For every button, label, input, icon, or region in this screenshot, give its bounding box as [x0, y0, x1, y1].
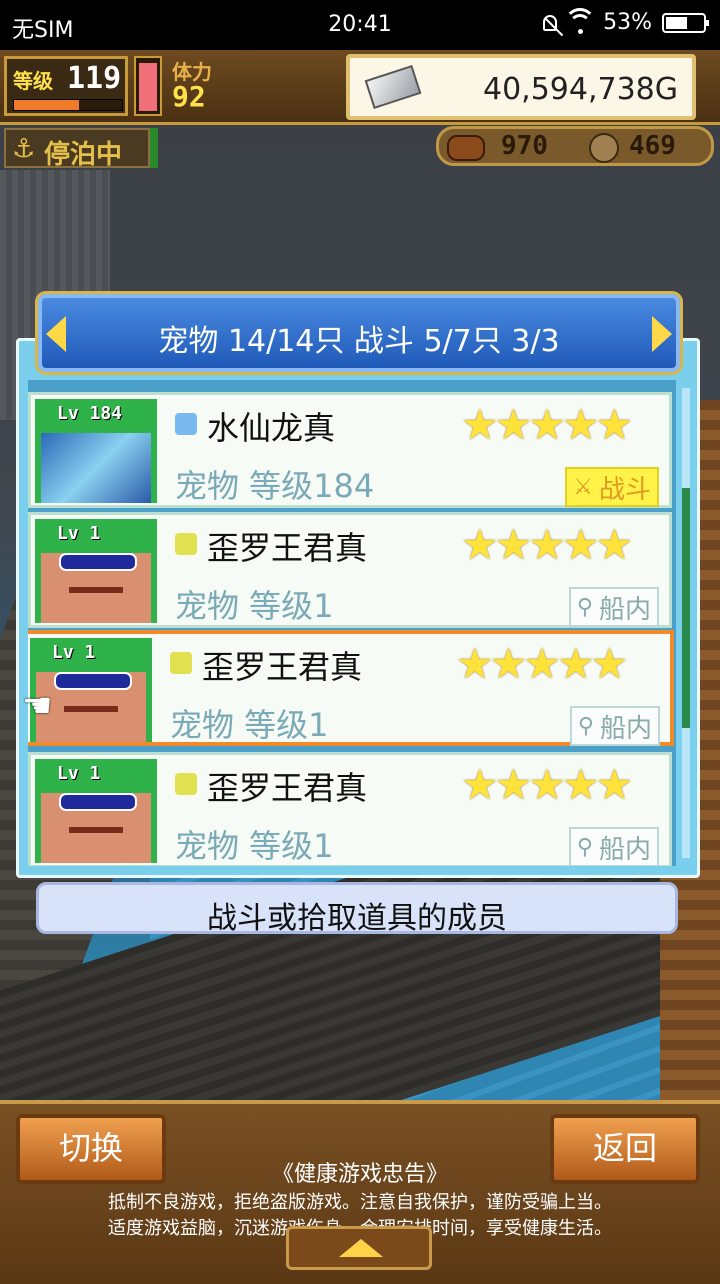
- magnifier-icon: ⚲: [577, 713, 594, 739]
- status-label: 船内: [598, 594, 651, 625]
- sword-icon: ⚔: [573, 474, 593, 500]
- pet-level-tag: Lv 1: [57, 523, 101, 544]
- gold-display: 40,594,738G: [346, 54, 696, 120]
- stamina-value: 92: [172, 80, 206, 113]
- resource-display: 970 469: [436, 126, 714, 166]
- food-icon: [447, 135, 485, 161]
- status-tag-onboard[interactable]: ⚲ 船内: [568, 587, 659, 627]
- status-label: 船内: [598, 834, 651, 865]
- wood-value: 469: [629, 131, 676, 161]
- dragon-portrait-image: [41, 433, 151, 503]
- thunder-type-icon: [175, 533, 197, 555]
- exp-bar: [13, 99, 123, 111]
- pet-card[interactable]: Lv 1 歪罗王君真 宠物 等级1 ★★★★★ ⚲ 船内: [28, 512, 672, 628]
- docked-label: 停泊中: [44, 140, 123, 170]
- pet-subtitle: 宠物 等级1: [175, 827, 334, 865]
- food-value: 970: [501, 131, 548, 161]
- pet-name: 歪罗王君真: [207, 769, 368, 807]
- brow: [69, 587, 123, 593]
- pet-subtitle: 宠物 等级184: [175, 467, 375, 505]
- magnifier-icon: ⚲: [576, 594, 593, 620]
- thunder-type-icon: [170, 652, 192, 674]
- docked-edge: [150, 128, 158, 168]
- anchor-icon: ⚓: [12, 134, 36, 164]
- pet-name: 水仙龙真: [207, 409, 336, 447]
- pet-name: 歪罗王君真: [202, 648, 363, 686]
- pet-card[interactable]: Lv 1 歪罗王君真 宠物 等级1 ★★★★★ ⚲ 船内: [28, 752, 672, 866]
- thunder-type-icon: [175, 773, 197, 795]
- brow: [69, 827, 123, 833]
- magnifier-icon: ⚲: [576, 834, 593, 860]
- pet-name: 歪罗王君真: [207, 529, 368, 567]
- mute-bell-icon: [543, 14, 558, 31]
- coin-icon: [589, 133, 619, 163]
- battery-percent: 53%: [603, 10, 652, 35]
- rarity-stars: ★★★★★: [456, 639, 628, 688]
- gold-value: 40,594,738G: [482, 72, 678, 107]
- hand-pointer-icon: ☚: [22, 686, 53, 726]
- rarity-stars: ★★★★★: [461, 400, 633, 449]
- pet-level-tag: Lv 1: [52, 642, 96, 663]
- pet-portrait: Lv 1: [35, 519, 157, 623]
- status-label: 船内: [599, 713, 652, 744]
- stamina-gauge: [134, 56, 162, 116]
- status-tag-onboard[interactable]: ⚲ 船内: [568, 827, 659, 866]
- pet-portrait: Lv 184: [35, 399, 157, 503]
- list-scrollbar[interactable]: [682, 388, 690, 858]
- info-text: 战斗或拾取道具的成员: [207, 901, 507, 936]
- level-label: 等级: [13, 69, 53, 93]
- rarity-stars: ★★★★★: [461, 520, 633, 569]
- docked-status[interactable]: ⚓ 停泊中: [4, 128, 150, 170]
- status-tag-onboard[interactable]: ⚲ 船内: [569, 706, 660, 746]
- player-level-box: 等级 119: [4, 56, 128, 116]
- info-bar: 战斗或拾取道具的成员: [36, 882, 678, 936]
- pet-list[interactable]: Lv 184 水仙龙真 宠物 等级184 ★★★★★ ⚔ 战斗 Lv 1 歪罗王…: [28, 380, 676, 866]
- headband: [59, 793, 137, 811]
- headband: [54, 672, 132, 690]
- up-arrow-icon: [339, 1239, 383, 1257]
- health-notice-title: 《健康游戏忠告》: [271, 1162, 448, 1187]
- brow: [64, 706, 118, 712]
- silver-bar-icon: [364, 65, 422, 109]
- water-type-icon: [175, 413, 197, 435]
- next-page-arrow-icon[interactable]: [652, 316, 672, 352]
- status-tag-battle[interactable]: ⚔ 战斗: [565, 467, 659, 507]
- pet-card[interactable]: Lv 184 水仙龙真 宠物 等级184 ★★★★★ ⚔ 战斗: [28, 392, 672, 508]
- health-notice-line-1: 抵制不良游戏，拒绝盗版游戏。注意自我保护，谨防受骗上当。: [108, 1192, 612, 1213]
- pet-portrait: Lv 1: [35, 759, 157, 863]
- level-value: 119: [67, 61, 122, 96]
- pet-subtitle: 宠物 等级1: [175, 587, 334, 625]
- pet-panel-header: 宠物 14/14只 战斗 5/7只 3/3: [38, 294, 680, 372]
- rarity-stars: ★★★★★: [461, 760, 633, 809]
- pet-subtitle: 宠物 等级1: [170, 706, 329, 744]
- expand-menu-tab[interactable]: [286, 1226, 432, 1270]
- pet-level-tag: Lv 184: [57, 403, 123, 424]
- headband: [59, 553, 137, 571]
- pet-level-tag: Lv 1: [57, 763, 101, 784]
- status-bar: 无SIM 20:41 53%: [0, 0, 720, 50]
- pet-panel-title: 宠物 14/14只 战斗 5/7只 3/3: [158, 324, 560, 359]
- wifi-icon: [564, 7, 597, 34]
- battery-icon: [662, 12, 709, 33]
- pet-card-selected[interactable]: Lv 1 歪罗王君真 宠物 等级1 ★★★★★ ⚲ 船内: [28, 630, 674, 746]
- status-label: 战斗: [598, 474, 651, 505]
